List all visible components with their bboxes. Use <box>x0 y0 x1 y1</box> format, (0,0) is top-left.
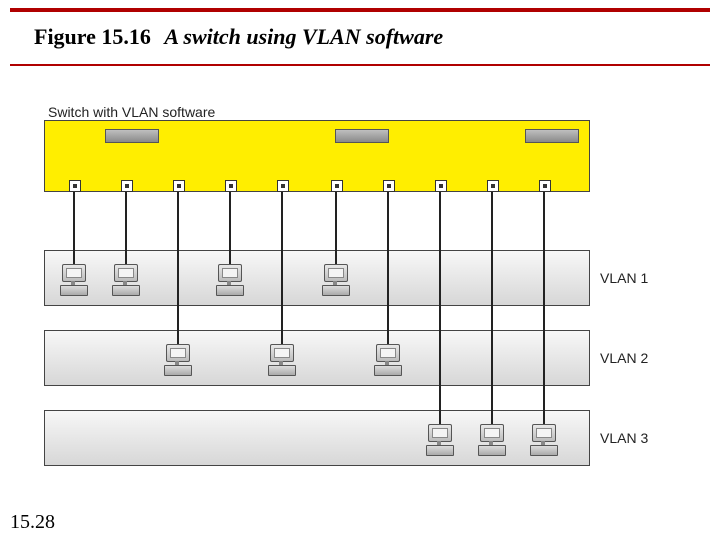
cable <box>73 192 75 264</box>
cable <box>229 192 231 264</box>
page-number: 15.28 <box>10 511 55 534</box>
cable <box>439 192 441 424</box>
cable <box>125 192 127 264</box>
top-rule <box>10 8 710 12</box>
cable <box>491 192 493 424</box>
switch-port <box>539 180 551 192</box>
switch-port <box>383 180 395 192</box>
vlan-label-1: VLAN 1 <box>600 270 648 286</box>
switch-chip <box>525 129 579 143</box>
figure-caption: A switch using VLAN software <box>164 24 443 49</box>
figure-number: Figure 15.16 <box>34 24 151 49</box>
vlan-label-2: VLAN 2 <box>600 350 648 366</box>
vlan-diagram: VLAN 1 VLAN 2 VLAN 3 <box>44 120 650 480</box>
computer-icon <box>528 424 560 456</box>
switch-port <box>225 180 237 192</box>
vlan-label-3: VLAN 3 <box>600 430 648 446</box>
computer-icon <box>110 264 142 296</box>
switch-chip <box>105 129 159 143</box>
switch-panel <box>44 120 590 192</box>
computer-icon <box>372 344 404 376</box>
figure-title: Figure 15.16 A switch using VLAN softwar… <box>34 24 443 50</box>
vlan-panel-3 <box>44 410 590 466</box>
computer-icon <box>214 264 246 296</box>
vlan-panel-2 <box>44 330 590 386</box>
switch-port <box>435 180 447 192</box>
switch-port <box>173 180 185 192</box>
slide-page: Figure 15.16 A switch using VLAN softwar… <box>0 0 720 540</box>
switch-port <box>277 180 289 192</box>
computer-icon <box>476 424 508 456</box>
computer-icon <box>266 344 298 376</box>
cable <box>543 192 545 424</box>
cable <box>387 192 389 344</box>
computer-icon <box>162 344 194 376</box>
computer-icon <box>58 264 90 296</box>
computer-icon <box>424 424 456 456</box>
mid-rule <box>10 64 710 66</box>
switch-chip <box>335 129 389 143</box>
computer-icon <box>320 264 352 296</box>
cable <box>177 192 179 344</box>
cable <box>281 192 283 344</box>
switch-port <box>121 180 133 192</box>
switch-label: Switch with VLAN software <box>48 104 215 120</box>
cable <box>335 192 337 264</box>
switch-port <box>331 180 343 192</box>
switch-port <box>487 180 499 192</box>
switch-port <box>69 180 81 192</box>
